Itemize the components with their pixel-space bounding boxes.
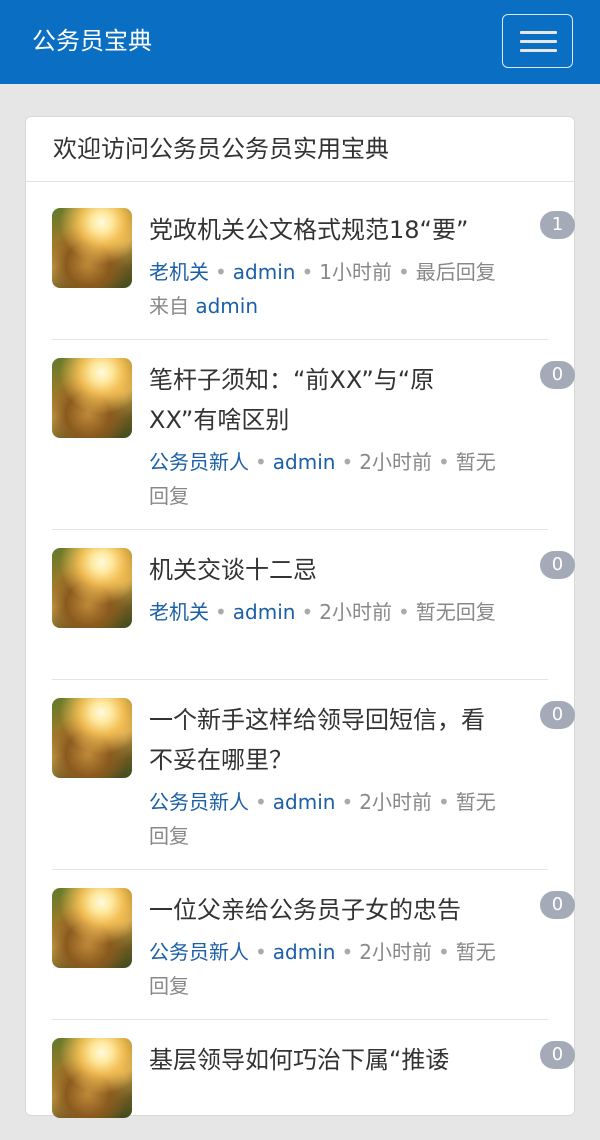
topic-time: 2小时前 [359,940,432,964]
card-title: 欢迎访问公务员公务员实用宝典 [53,135,389,163]
reply-count-badge: 1 [540,211,575,239]
avatar[interactable] [52,548,132,628]
topic-meta: 老机关 • admin • 2小时前 • 暂无回复 [149,600,496,624]
last-reply-user-link[interactable]: admin [195,294,258,318]
hamburger-menu-icon [520,31,557,34]
topic-category-link[interactable]: 老机关 [149,600,209,624]
topic-item[interactable]: 一位父亲给公务员子女的忠告 公务员新人 • admin • 2小时前 • 暂无回复 0 [52,870,575,1020]
topic-meta: 公务员新人 • admin • 2小时前 • 暂无回复 [149,450,496,508]
topic-item[interactable]: 党政机关公文格式规范18“要” 老机关 • admin • 1小时前 • 最后回复来自 ad… [52,182,575,340]
avatar[interactable] [52,888,132,968]
hamburger-menu-icon-bar [520,49,557,52]
hamburger-menu-icon-bar [520,40,557,43]
topic-reply-status: 暂无回复 [415,600,496,624]
topic-title[interactable]: 笔杆子须知：“前XX”与“原XX”有啥区别 [149,360,499,440]
topic-title[interactable]: 一位父亲给公务员子女的忠告 [149,890,499,930]
topic-item[interactable]: 一个新手这样给领导回短信，看不妥在哪里？ 公务员新人 • admin • 2小时前 • 暂无… [52,680,575,870]
reply-count-badge: 0 [540,701,575,729]
topic-time: 2小时前 [319,600,392,624]
topic-author-link[interactable]: admin [273,790,336,814]
topic-time: 2小时前 [359,790,432,814]
card-header: 欢迎访问公务员公务员实用宝典 [26,117,574,182]
avatar[interactable] [52,358,132,438]
topic-meta: 公务员新人 • admin • 2小时前 • 暂无回复 [149,940,496,998]
topic-item[interactable]: 基层领导如何巧治下属“推诿 0 [52,1020,575,1140]
topic-title[interactable]: 机关交谈十二忌 [149,550,499,590]
reply-count-badge: 0 [540,891,575,919]
topic-category-link[interactable]: 老机关 [149,260,209,284]
topic-title[interactable]: 党政机关公文格式规范18“要” [149,210,499,250]
topic-time: 2小时前 [359,450,432,474]
brand-title[interactable]: 公务员宝典 [32,26,152,56]
topic-title[interactable]: 基层领导如何巧治下属“推诿 [149,1040,499,1080]
reply-count-badge: 0 [540,1041,575,1069]
avatar[interactable] [52,698,132,778]
topic-author-link[interactable]: admin [233,600,296,624]
topic-category-link[interactable]: 公务员新人 [149,940,249,964]
hamburger-menu-button[interactable] [502,14,573,68]
reply-count-badge: 0 [540,551,575,579]
topic-title[interactable]: 一个新手这样给领导回短信，看不妥在哪里？ [149,700,499,780]
topic-author-link[interactable]: admin [233,260,296,284]
topic-category-link[interactable]: 公务员新人 [149,790,249,814]
reply-count-badge: 0 [540,361,575,389]
avatar[interactable] [52,208,132,288]
topic-meta: 老机关 • admin • 1小时前 • 最后回复来自 admin [149,260,496,318]
navbar: 公务员宝典 [0,0,600,84]
topic-item[interactable]: 机关交谈十二忌 老机关 • admin • 2小时前 • 暂无回复 0 [52,530,575,680]
topic-meta: 公务员新人 • admin • 2小时前 • 暂无回复 [149,790,496,848]
topic-item[interactable]: 笔杆子须知：“前XX”与“原XX”有啥区别 公务员新人 • admin • 2小时前 • 暂… [52,340,575,530]
topic-category-link[interactable]: 公务员新人 [149,450,249,474]
topic-list-card: 欢迎访问公务员公务员实用宝典 党政机关公文格式规范18“要” 老机关 • admin… [25,116,575,1118]
avatar[interactable] [52,1038,132,1118]
topic-time: 1小时前 [319,260,392,284]
topic-author-link[interactable]: admin [273,940,336,964]
topic-author-link[interactable]: admin [273,450,336,474]
